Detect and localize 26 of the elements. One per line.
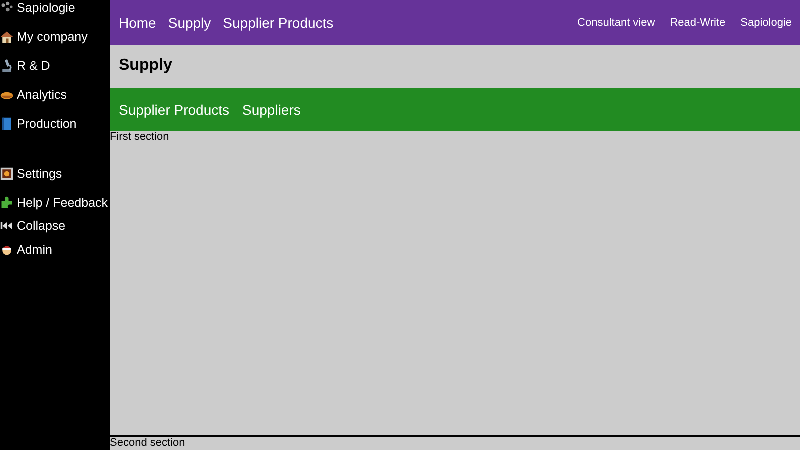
section-heading: First section xyxy=(110,131,170,143)
frame-icon xyxy=(0,166,14,180)
house-icon xyxy=(0,30,14,44)
paw-icon xyxy=(0,0,14,14)
sidebar-item[interactable]: Settings xyxy=(0,159,110,188)
page-title: Supply xyxy=(119,57,172,75)
breadcrumb-link[interactable]: Supplier Products xyxy=(223,14,334,30)
puzzle-icon xyxy=(0,196,14,210)
sidebar-item[interactable]: Production xyxy=(0,109,110,138)
sidebar-item[interactable]: Collapse xyxy=(0,217,110,235)
header-link[interactable]: Consultant view xyxy=(578,16,656,28)
tab-link[interactable]: Supplier Products xyxy=(119,102,230,118)
breadcrumb-link[interactable]: Home xyxy=(119,14,156,30)
sidebar-item[interactable]: Analytics xyxy=(0,80,110,109)
microscope-icon xyxy=(0,58,14,72)
sidebar-item[interactable]: Sapiologie xyxy=(0,0,110,22)
sidebar-item[interactable]: Help / Feedback xyxy=(0,188,110,217)
breadcrumb-link[interactable]: Supply xyxy=(168,14,212,30)
header-link[interactable]: Sapiologie xyxy=(740,16,792,28)
sidebar-item[interactable]: R & D xyxy=(0,51,110,80)
section-heading: Second section xyxy=(110,437,186,449)
sidebar-item[interactable]: Admin xyxy=(0,235,110,264)
tab-link[interactable]: Suppliers xyxy=(242,102,301,118)
header-link[interactable]: Read-Write xyxy=(670,16,726,28)
sidebar-item[interactable]: My company xyxy=(0,22,110,51)
book-icon xyxy=(0,116,14,130)
